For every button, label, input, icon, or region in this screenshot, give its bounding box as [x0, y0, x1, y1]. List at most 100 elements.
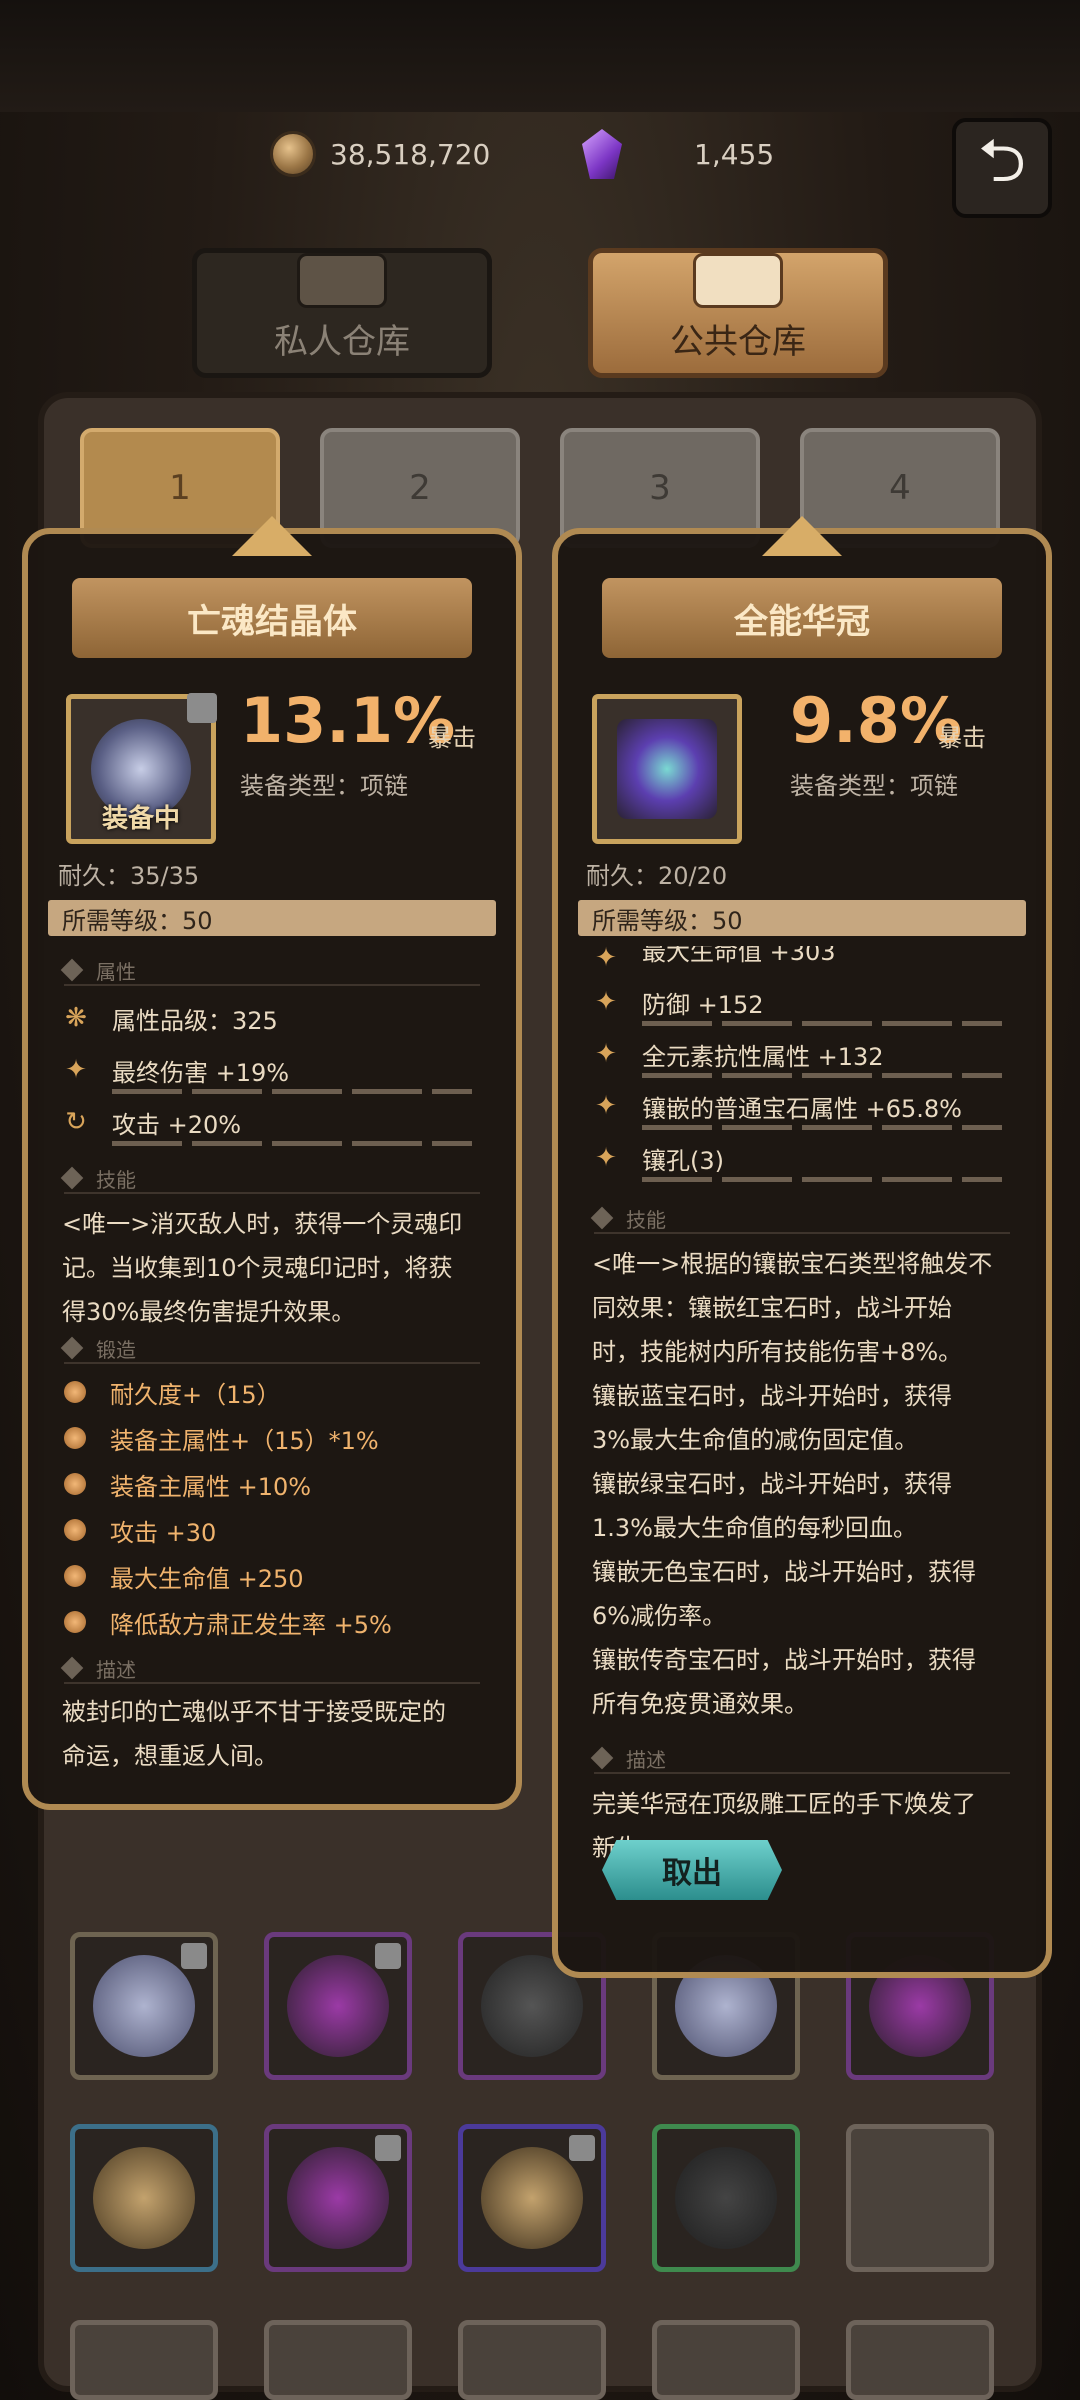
section-label: 锻造 [96, 1337, 136, 1362]
skill-line: 6%减伤率。 [592, 1602, 727, 1630]
attribute-bar [642, 1177, 1002, 1182]
description-line: 命运，想重返人间。 [62, 1742, 278, 1770]
forge-text: 装备主属性+（15）*1% [110, 1426, 379, 1455]
equip-type: 装备类型：项链 [240, 772, 408, 800]
attribute-bar [642, 1125, 1002, 1130]
skill-description: <唯一>消灭敌人时，获得一个灵魂印 记。当收集到10个灵魂印记时，将获 得30%… [62, 1202, 492, 1334]
skill-description: <唯一>根据的镶嵌宝石类型将触发不 同效果：镶嵌红宝石时，战斗开始 时，技能树内… [592, 1242, 1022, 1726]
section-label: 属性 [96, 959, 136, 984]
tab-private-storage[interactable]: 私人仓库 [192, 248, 492, 378]
section-skill: 技能 [590, 1204, 1010, 1234]
inventory-slot-empty[interactable] [70, 2320, 218, 2400]
attribute-row: ✦ 全元素抗性属性 +132 [588, 1034, 1016, 1078]
item-description: 被封印的亡魂似乎不甘于接受既定的 命运，想重返人间。 [62, 1690, 492, 1778]
attribute-row: ↻ 攻击 +20% [58, 1102, 486, 1146]
item-icon-frame [592, 694, 742, 844]
inventory-slot-empty[interactable] [846, 2320, 994, 2400]
diamond-icon [590, 1746, 614, 1770]
forge-dot-icon [64, 1381, 86, 1403]
sparkle-icon: ✦ [595, 1143, 617, 1173]
skill-line: 所有免疫贯通效果。 [592, 1690, 808, 1718]
skill-line: 时，技能树内所有技能伤害+8%。 [592, 1338, 963, 1366]
attribute-row: ❋ 属性品级：325 [58, 998, 486, 1038]
inventory-slot-empty[interactable] [264, 2320, 412, 2400]
required-level-text: 所需等级：50 [62, 906, 213, 935]
attribute-text: 最大生命值 +303 [642, 946, 836, 966]
section-description: 描述 [590, 1744, 1010, 1774]
forge-text: 最大生命值 +250 [110, 1564, 304, 1593]
durability: 耐久：35/35 [58, 862, 200, 890]
inventory-slot[interactable] [458, 2124, 606, 2272]
lock-icon [375, 1943, 401, 1969]
section-label: 技能 [96, 1167, 136, 1192]
forge-row: 耐久度+（15） [64, 1372, 496, 1412]
chest-icon [297, 253, 387, 308]
forge-text: 攻击 +30 [110, 1518, 217, 1547]
inventory-slot[interactable] [264, 1932, 412, 2080]
inventory-slot-empty[interactable] [846, 2124, 994, 2272]
sparkle-icon: ✦ [595, 1091, 617, 1121]
lock-icon[interactable] [187, 693, 217, 723]
item-title: 全能华冠 [602, 578, 1002, 658]
inventory-slot-empty[interactable] [458, 2320, 606, 2400]
attribute-row-partial: ✦ 最大生命值 +303 [588, 946, 1016, 970]
section-attributes: 属性 [60, 956, 480, 986]
sparkle-icon: ✦ [595, 946, 617, 970]
skill-line: 镶嵌无色宝石时，战斗开始时，获得 [592, 1558, 976, 1586]
gauntlet-icon [287, 1955, 389, 2057]
required-level-text: 所需等级：50 [592, 906, 743, 935]
diamond-icon [60, 1336, 84, 1360]
section-skill: 技能 [60, 1164, 480, 1194]
forge-dot-icon [64, 1611, 86, 1633]
skill-line: 3%最大生命值的减伤固定值。 [592, 1426, 919, 1454]
tab-private-label: 私人仓库 [274, 322, 410, 362]
diamond-icon [60, 1656, 84, 1680]
gold-display: 38,518,720 [270, 128, 490, 180]
attribute-text: 防御 +152 [642, 990, 764, 1019]
skill-line: <唯一>消灭敌人时，获得一个灵魂印 [62, 1210, 463, 1238]
owl-ring-icon [481, 2147, 583, 2249]
attribute-text: 属性品级：325 [112, 1006, 278, 1035]
crates-icon [693, 253, 783, 308]
back-button[interactable]: ⮌ [952, 118, 1052, 218]
inventory-slot[interactable] [264, 2124, 412, 2272]
gem-icon [582, 129, 622, 179]
lock-icon [375, 2135, 401, 2161]
forge-dot-icon [64, 1427, 86, 1449]
page-tab-label: 4 [889, 468, 911, 508]
diamond-icon [60, 1166, 84, 1190]
inventory-slot[interactable] [652, 2124, 800, 2272]
attribute-bar [112, 1141, 472, 1146]
inventory-slot[interactable] [70, 2124, 218, 2272]
skill-line: 镶嵌传奇宝石时，战斗开始时，获得 [592, 1646, 976, 1674]
forge-row: 降低敌方肃正发生率 +5% [64, 1602, 496, 1642]
skill-line: 1.3%最大生命值的每秒回血。 [592, 1514, 917, 1542]
flower-emblem-icon: ❋ [65, 1003, 87, 1033]
sparkle-icon: ✦ [65, 1055, 87, 1085]
inventory-slot-empty[interactable] [652, 2320, 800, 2400]
skill-line: 同效果：镶嵌红宝石时，战斗开始 [592, 1294, 952, 1322]
lock-icon [569, 2135, 595, 2161]
equipped-label: 装备中 [101, 804, 180, 834]
item-detail-card-equipped: 亡魂结晶体 装备中 13.1% 暴击 装备类型：项链 耐久：35/35 所需等级… [22, 516, 522, 1810]
skill-line: 得30%最终伤害提升效果。 [62, 1298, 356, 1326]
main-stat-value: 9.8% [790, 684, 962, 757]
take-out-button[interactable]: 取出 [602, 1840, 782, 1900]
durability: 耐久：20/20 [586, 862, 728, 890]
skull-necklace-icon [93, 1955, 195, 2057]
sparkle-icon: ✦ [595, 1039, 617, 1069]
attribute-bar [642, 1021, 1002, 1026]
diamond-icon [590, 1206, 614, 1230]
section-forge: 锻造 [60, 1334, 480, 1364]
gem-amount: 1,455 [694, 137, 775, 171]
attribute-text: 攻击 +20% [112, 1110, 242, 1139]
item-detail-card-compare: 全能华冠 9.8% 暴击 装备类型：项链 耐久：20/20 所需等级：50 ✦ 最… [552, 516, 1052, 1978]
gauntlet-icon [287, 2147, 389, 2249]
inventory-slot[interactable] [70, 1932, 218, 2080]
equip-type: 装备类型：项链 [790, 772, 958, 800]
attribute-row: ✦ 防御 +152 [588, 982, 1016, 1026]
sparkle-icon: ✦ [595, 987, 617, 1017]
section-label: 描述 [96, 1657, 136, 1682]
top-bar [0, 0, 1080, 112]
tab-public-storage[interactable]: 公共仓库 [588, 248, 888, 378]
